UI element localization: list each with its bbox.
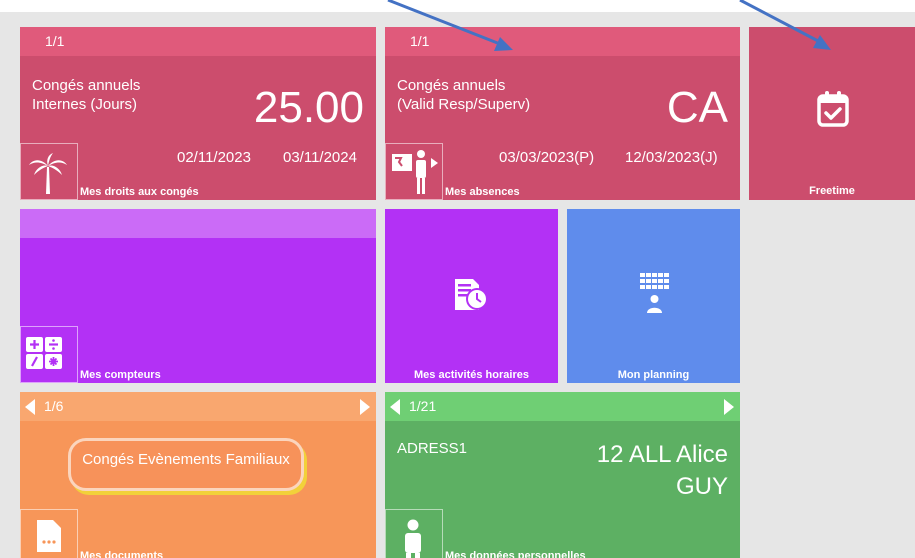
palm-tree-icon [20,143,78,200]
tile-name: Mon planning [617,369,690,381]
tile-info-text: Congés annuels (Valid Resp/Superv) [397,76,530,114]
field-label: ADRESS1 [397,440,468,457]
tile-name: Freetime [809,185,855,197]
absence-presenter-icon [385,143,443,200]
tile-mes-documents[interactable]: 1/6 Congés Evènements Familiaux Mes docu… [20,392,376,558]
tile-pager: 1/1 [410,33,430,49]
tile-pager: 1/21 [409,398,437,414]
tile-name: Mes documents [80,550,164,558]
tile-mes-absences[interactable]: 1/1 Congés annuels (Valid Resp/Superv) C… [385,27,740,200]
tile-mes-droits-aux-conges[interactable]: 1/1 Congés annuels Internes (Jours) 25.0… [20,27,376,200]
field-value: 12 ALL Alice GUY [597,439,728,503]
previous-arrow-icon[interactable] [390,399,400,415]
tile-info-line: Internes (Jours) [32,96,138,113]
document-icon [20,509,78,558]
document-category-label: Congés Evènements Familiaux [82,451,290,468]
tile-mes-donnees-personnelles[interactable]: 1/21 ADRESS1 12 ALL Alice GUY Mes donnée… [385,392,740,558]
calculator-icon [20,326,78,383]
tile-name: Mes compteurs [80,369,161,381]
previous-arrow-icon[interactable] [25,399,35,415]
tile-info-line: Congés annuels [397,77,506,94]
tile-date-start: 03/03/2023(P) [499,149,595,166]
tile-header-bar [20,209,376,238]
next-arrow-icon[interactable] [724,399,734,415]
document-clock-icon [453,276,491,319]
tile-header-bar [20,27,376,56]
tile-info-line: Congés annuels [32,77,141,94]
planning-grid-icon [638,272,672,325]
tile-name: Mes activités horaires [414,369,529,381]
tile-freetime[interactable]: Freetime [749,27,915,200]
tile-pager: 1/1 [45,33,65,49]
tile-date-end: 12/03/2023(J) [625,149,718,166]
calendar-check-icon [816,90,850,133]
field-value-line: 12 ALL Alice [596,441,728,468]
tile-mon-planning[interactable]: Mon planning [567,209,740,383]
tile-header-bar [385,27,740,56]
tile-info-line: (Valid Resp/Superv) [397,96,531,113]
tile-pager: 1/6 [44,398,64,414]
tile-header-bar [385,392,740,421]
tile-name: Mes droits aux congés [80,186,199,198]
tile-mes-activites-horaires[interactable]: Mes activités horaires [385,209,558,383]
person-icon [385,509,443,558]
field-value-line: GUY [675,473,728,500]
document-category-button[interactable]: Congés Evènements Familiaux [68,438,304,491]
tile-name: Mes absences [445,186,520,198]
tile-mes-compteurs[interactable]: Mes compteurs [20,209,376,383]
tile-value: CA [666,83,728,132]
tile-header-bar [20,392,376,421]
tile-name: Mes données personnelles [445,550,586,558]
tile-value: 25.00 [253,83,364,132]
next-arrow-icon[interactable] [360,399,370,415]
tile-date-start: 02/11/2023 [177,149,251,166]
tile-date-end: 03/11/2024 [283,149,357,166]
tile-info-text: Congés annuels Internes (Jours) [32,76,140,114]
